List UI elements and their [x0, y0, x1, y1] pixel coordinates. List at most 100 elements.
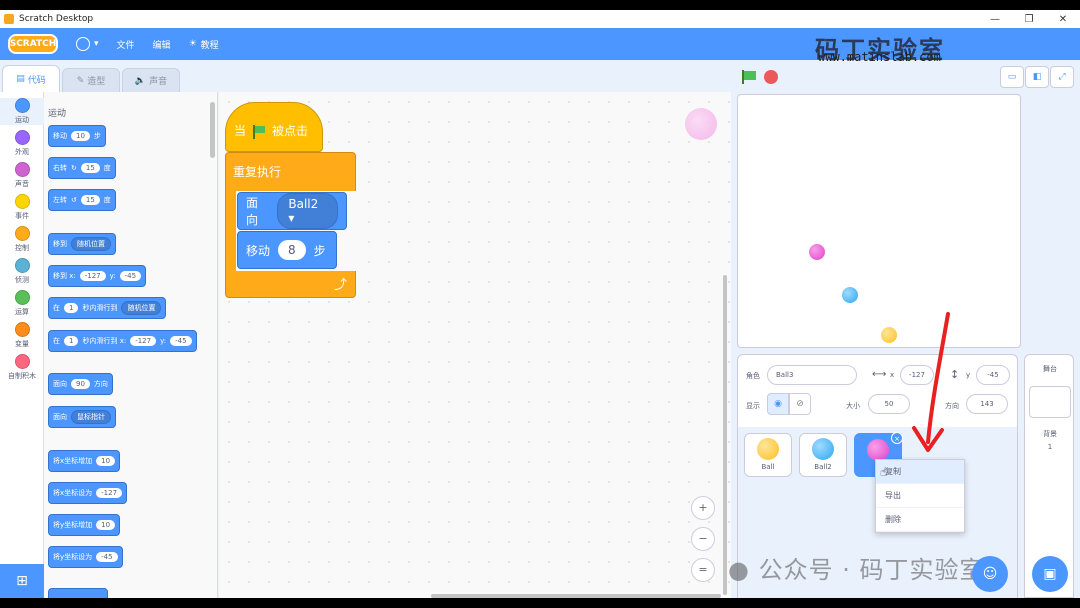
sprite-name-input[interactable]: Ball3 — [767, 365, 857, 385]
block-input[interactable]: -127 — [130, 336, 157, 346]
block-dropdown[interactable]: 随机位置 — [71, 237, 111, 251]
zoom-reset-button[interactable]: = — [691, 558, 715, 582]
block-input[interactable]: 1 — [64, 303, 79, 313]
block-input[interactable]: -45 — [170, 336, 192, 346]
context-delete[interactable]: 删除 — [876, 508, 964, 532]
language-menu[interactable]: ▾ — [76, 37, 99, 51]
tab-sounds[interactable]: 🔈 声音 — [122, 68, 180, 92]
point-towards-block[interactable]: 面向 Ball2 ▾ — [237, 192, 347, 230]
category-my-blocks[interactable]: 自制积木 — [0, 354, 44, 381]
minimize-button[interactable]: — — [978, 14, 1012, 25]
code-horizontal-scrollbar[interactable] — [431, 594, 721, 598]
block-input[interactable]: 15 — [80, 195, 100, 205]
block-input[interactable]: 10 — [96, 520, 116, 530]
code-vertical-scrollbar[interactable] — [723, 275, 727, 595]
block-point-direction[interactable]: 面向 90 方向 — [48, 373, 113, 395]
sprite-card-ball2[interactable]: Ball2 — [799, 433, 847, 477]
block-input[interactable]: -45 — [119, 271, 142, 281]
block-text: 在 — [53, 304, 60, 312]
watermark-bottom-text: 公众号 · 码丁实验室 — [758, 556, 985, 584]
block-input[interactable]: 90 — [71, 379, 90, 389]
delete-sprite-button[interactable]: × — [891, 432, 903, 444]
stop-button[interactable] — [764, 70, 778, 84]
block-glide[interactable]: 在 1 秒内滑行到 随机位置 — [48, 297, 167, 319]
size-input[interactable]: 50 — [868, 394, 910, 414]
palette-heading: 运动 — [48, 109, 67, 119]
category-looks[interactable]: 外观 — [0, 130, 44, 157]
normal-stage-button[interactable]: ◧ — [1025, 66, 1049, 88]
category-variables[interactable]: 变量 — [0, 322, 44, 349]
scratch-logo[interactable]: SCRATCH — [8, 34, 58, 54]
stage-sprite-ball[interactable] — [881, 327, 897, 343]
category-events[interactable]: 事件 — [0, 194, 44, 221]
block-turn-left[interactable]: 左转 ↺ 15 度 — [48, 189, 116, 211]
tutorials-menu[interactable]: ☀ 教程 — [189, 38, 219, 51]
zoom-out-icon: − — [698, 532, 708, 545]
backdrop-thumbnail[interactable] — [1029, 386, 1071, 418]
block-move-steps[interactable]: 移动 10 步 — [48, 125, 106, 147]
y-arrows-icon: ↕ — [950, 368, 960, 381]
fullscreen-button[interactable]: ⤢ — [1050, 66, 1074, 88]
block-dropdown[interactable]: 随机位置 — [121, 301, 162, 315]
block-set-x[interactable]: 将x坐标设为 -127 — [48, 482, 128, 504]
category-operators[interactable]: 运算 — [0, 290, 44, 317]
edit-menu[interactable]: 编辑 — [153, 38, 171, 51]
show-visible-button[interactable]: ◉ — [767, 393, 789, 415]
tab-costumes[interactable]: ✎ 造型 — [62, 68, 120, 92]
zoom-out-button[interactable]: − — [691, 527, 715, 551]
code-area[interactable]: 当 被点击 重复执行 ⤴ 面向 Ball2 ▾ 移动 8 步 + − = — [219, 92, 731, 598]
context-duplicate[interactable]: 复制 — [876, 460, 964, 484]
block-input[interactable]: -127 — [96, 488, 123, 498]
block-turn-right[interactable]: 右转 ↻ 15 度 — [48, 157, 116, 179]
block-change-y[interactable]: 将y坐标增加 10 — [48, 514, 121, 536]
palette-scrollbar[interactable] — [210, 102, 215, 158]
block-text: 左转 — [53, 196, 67, 204]
stage-canvas[interactable] — [737, 94, 1021, 348]
choose-sprite-button[interactable]: ☺ — [972, 556, 1008, 592]
category-dot — [14, 322, 30, 337]
small-stage-button[interactable]: ▭ — [1000, 66, 1024, 88]
zoom-in-button[interactable]: + — [691, 496, 715, 520]
block-text: y: — [160, 337, 167, 345]
block-dropdown[interactable]: 鼠标指针 — [71, 410, 111, 424]
block-input[interactable]: 10 — [96, 456, 116, 466]
stage-sprite-ball3[interactable] — [809, 244, 825, 260]
block-point-towards[interactable]: 面向 鼠标指针 — [48, 406, 116, 428]
block-input[interactable]: 15 — [80, 163, 100, 173]
backdrop-label: 背景 — [1043, 430, 1057, 438]
tab-code[interactable]: ▤ 代码 — [2, 65, 60, 92]
block-input[interactable]: -127 — [79, 271, 106, 281]
x-input[interactable]: -127 — [900, 365, 934, 385]
block-input[interactable]: -45 — [96, 552, 118, 562]
context-export[interactable]: 导出 — [876, 484, 964, 508]
category-motion[interactable]: 运动 — [0, 98, 44, 125]
choose-backdrop-button[interactable]: ▣ — [1032, 556, 1068, 592]
stage-sprite-ball2[interactable] — [842, 287, 858, 303]
close-button[interactable]: ✕ — [1046, 14, 1080, 25]
file-menu[interactable]: 文件 — [117, 38, 135, 51]
maximize-button[interactable]: ❐ — [1012, 14, 1046, 25]
category-sensing[interactable]: 侦测 — [0, 258, 44, 285]
y-input[interactable]: -45 — [976, 365, 1010, 385]
target-dropdown[interactable]: Ball2 ▾ — [277, 193, 338, 229]
direction-input[interactable]: 143 — [966, 394, 1008, 414]
move-steps-block[interactable]: 移动 8 步 — [237, 231, 337, 269]
block-set-y[interactable]: 将y坐标设为 -45 — [48, 546, 123, 568]
block-goto-xy[interactable]: 移到 x: -127 y: -45 — [48, 265, 147, 287]
block-input[interactable]: 10 — [71, 131, 90, 141]
when-flag-clicked-block[interactable]: 当 被点击 — [225, 102, 323, 152]
block-goto[interactable]: 移到 随机位置 — [48, 233, 116, 255]
add-extension-button[interactable]: ⊞ — [0, 564, 44, 598]
category-sound[interactable]: 声音 — [0, 162, 44, 189]
block-text: 方向 — [93, 380, 108, 388]
block-input[interactable]: 1 — [64, 336, 79, 346]
block-change-x[interactable]: 将x坐标增加 10 — [48, 450, 121, 472]
speaker-icon: 🔈 — [134, 75, 147, 86]
green-flag-button[interactable] — [742, 70, 756, 84]
block-glide-xy[interactable]: 在 1 秒内滑行到 x: -127 y: -45 — [48, 330, 197, 352]
block-partial[interactable] — [48, 588, 108, 598]
category-control[interactable]: 控制 — [0, 226, 44, 253]
show-hidden-button[interactable]: ⊘ — [789, 393, 811, 415]
sprite-card-ball[interactable]: Ball — [744, 433, 792, 477]
steps-input[interactable]: 8 — [278, 240, 306, 260]
